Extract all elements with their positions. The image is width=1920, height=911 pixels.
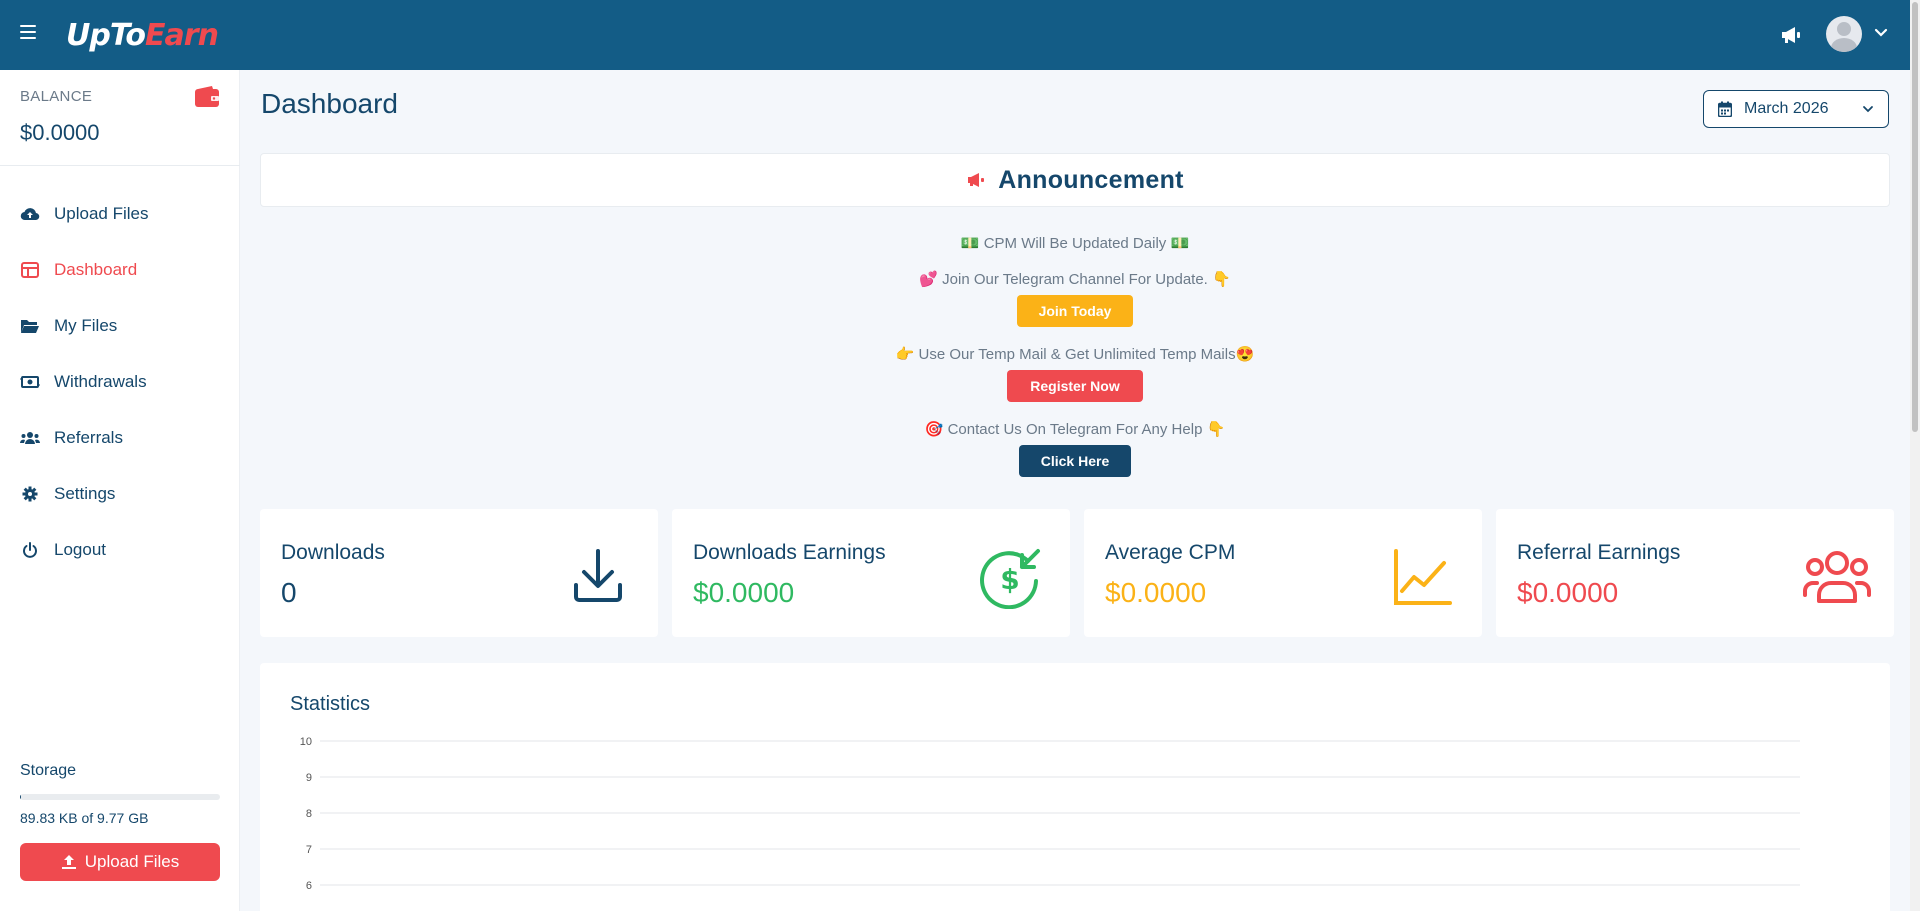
sidebar: BALANCE $0.0000 Upload Files Dashboard M…	[0, 70, 240, 911]
stat-card-value: 0	[281, 577, 297, 608]
sidebar-item-label: Settings	[54, 484, 116, 503]
month-picker-value: March 2026	[1744, 100, 1829, 117]
join-today-button[interactable]: Join Today	[1017, 295, 1133, 327]
chart-y-tick-label: 7	[306, 844, 312, 856]
sidebar-item-label: Upload Files	[54, 204, 149, 223]
sidebar-item-referrals[interactable]: Referrals	[0, 410, 240, 466]
stat-card-label: Downloads Earnings	[693, 541, 886, 564]
chevron-down-icon	[1863, 106, 1873, 113]
announcement-line-contact: 🎯 Contact Us On Telegram For Any Help 👇	[924, 421, 1226, 438]
statistics-panel: Statistics 10 9 8 7 6	[260, 663, 1890, 911]
wallet-icon	[195, 86, 219, 107]
users-icon	[20, 429, 40, 447]
sidebar-divider	[0, 165, 240, 166]
month-picker[interactable]: March 2026	[1703, 90, 1889, 128]
chart-y-tick-label: 6	[306, 880, 312, 892]
stat-card-value: $0.0000	[1105, 577, 1207, 608]
svg-text:$: $	[1000, 563, 1019, 596]
sidebar-item-label: My Files	[54, 316, 118, 335]
chart-y-tick-label: 10	[300, 736, 312, 748]
announcement-line-cpm: 💵 CPM Will Be Updated Daily 💵	[960, 235, 1190, 252]
stat-card-value: $0.0000	[1517, 577, 1619, 608]
chart-y-tick-label: 8	[306, 808, 312, 820]
page-title: Dashboard	[261, 88, 398, 119]
sidebar-item-label: Dashboard	[54, 260, 138, 279]
calendar-icon	[1718, 101, 1732, 117]
balance-value: $0.0000	[20, 120, 100, 145]
scrollbar-thumb[interactable]	[1912, 2, 1918, 432]
stat-card-downloads: Downloads 0	[260, 509, 658, 637]
sidebar-item-upload-files[interactable]: Upload Files	[0, 186, 240, 242]
folder-open-icon	[20, 317, 40, 335]
dollar-arrow-icon: $	[980, 549, 1040, 609]
register-now-button[interactable]: Register Now	[1007, 370, 1143, 402]
sidebar-item-my-files[interactable]: My Files	[0, 298, 240, 354]
logo-part1: UpTo	[66, 17, 146, 53]
megaphone-icon	[968, 173, 985, 187]
download-icon	[574, 549, 622, 602]
sidebar-item-label: Logout	[54, 540, 106, 559]
money-icon	[20, 373, 40, 391]
gear-icon	[20, 485, 40, 503]
stat-card-label: Downloads	[281, 541, 385, 564]
cloud-upload-icon	[20, 205, 40, 223]
upload-files-button-label: Upload Files	[84, 852, 180, 871]
sidebar-item-logout[interactable]: Logout	[0, 522, 240, 578]
avatar[interactable]	[1826, 16, 1862, 52]
sidebar-nav: Upload Files Dashboard My Files Withdraw…	[0, 186, 240, 578]
balance-label: BALANCE	[20, 88, 93, 105]
storage-progress-bar	[20, 794, 220, 800]
upload-files-button[interactable]: Upload Files	[20, 843, 220, 881]
storage-usage-text: 89.83 KB of 9.77 GB	[20, 810, 149, 826]
top-bar: UpToEarn	[0, 0, 1910, 70]
announcement-title: Announcement	[998, 165, 1184, 194]
chart-y-tick-label: 9	[306, 772, 312, 784]
menu-toggle-icon[interactable]	[20, 25, 36, 39]
click-here-button[interactable]: Click Here	[1019, 445, 1131, 477]
storage-progress-fill	[20, 794, 21, 800]
line-chart-icon	[1394, 549, 1452, 605]
users-group-icon	[1803, 551, 1871, 603]
stat-card-label: Referral Earnings	[1517, 541, 1681, 564]
storage-label: Storage	[20, 762, 77, 779]
announcement-line-telegram: 💕 Join Our Telegram Channel For Update. …	[919, 271, 1231, 288]
stat-card-referral-earnings: Referral Earnings $0.0000	[1496, 509, 1894, 637]
sidebar-item-withdrawals[interactable]: Withdrawals	[0, 354, 240, 410]
sidebar-item-settings[interactable]: Settings	[0, 466, 240, 522]
statistics-chart: 10 9 8 7 6	[300, 736, 1800, 892]
stat-card-downloads-earnings: Downloads Earnings $0.0000 $	[672, 509, 1070, 637]
announcement-header: Announcement	[260, 153, 1890, 207]
announcement-line-temp-mail: 👉 Use Our Temp Mail & Get Unlimited Temp…	[895, 346, 1255, 363]
stat-card-value: $0.0000	[693, 577, 795, 608]
stat-card-average-cpm: Average CPM $0.0000	[1084, 509, 1482, 637]
logo[interactable]: UpToEarn	[66, 10, 219, 60]
statistics-title: Statistics	[290, 693, 371, 715]
sidebar-item-label: Withdrawals	[54, 372, 147, 391]
sidebar-item-dashboard[interactable]: Dashboard	[0, 242, 240, 298]
sidebar-item-label: Referrals	[54, 428, 123, 447]
dashboard-icon	[20, 261, 40, 279]
page-scrollbar[interactable]	[1910, 0, 1920, 911]
upload-icon	[61, 855, 76, 869]
chevron-down-icon[interactable]	[1874, 26, 1888, 40]
power-icon	[20, 541, 40, 559]
logo-part2: Earn	[145, 17, 219, 53]
stat-card-label: Average CPM	[1105, 541, 1236, 564]
megaphone-icon[interactable]	[1780, 26, 1802, 44]
